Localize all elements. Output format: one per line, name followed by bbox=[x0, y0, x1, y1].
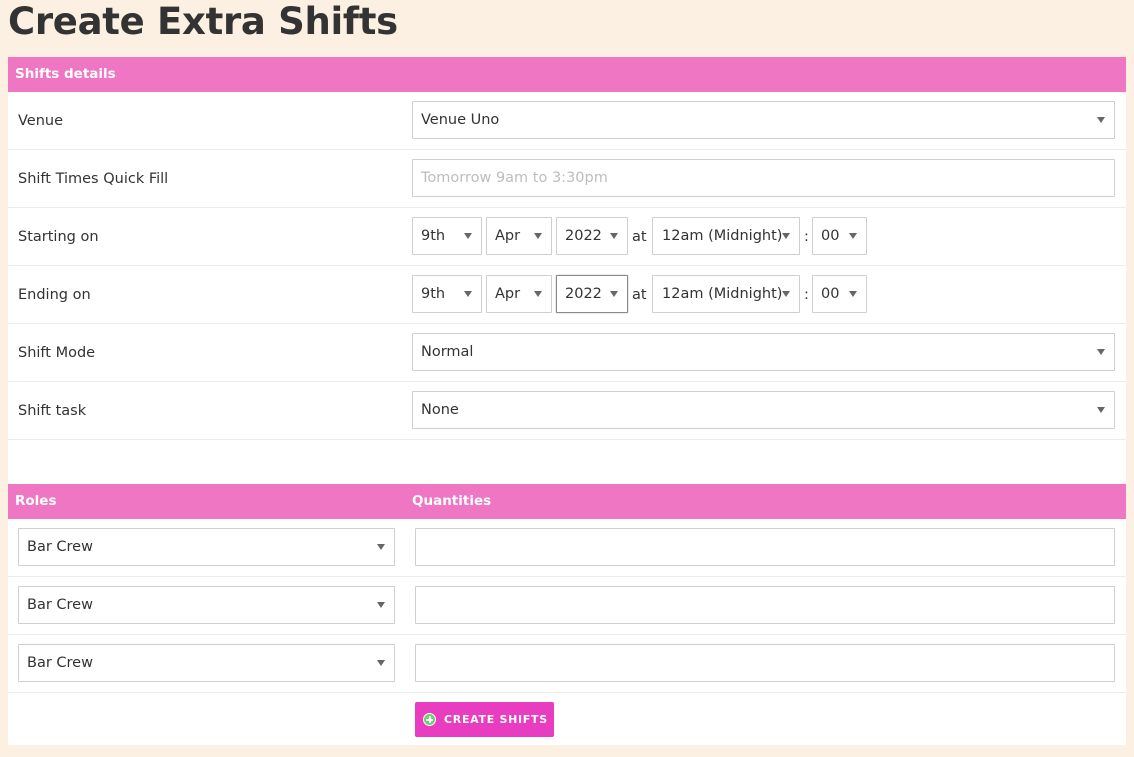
roles-header: Roles Quantities bbox=[8, 484, 1126, 519]
chevron-down-icon bbox=[610, 233, 618, 239]
chevron-down-icon bbox=[1097, 349, 1105, 355]
role-select-value: Bar Crew bbox=[27, 539, 93, 555]
chevron-down-icon bbox=[782, 291, 790, 297]
start-hour-select[interactable]: 12am (Midnight) bbox=[652, 217, 800, 255]
shift-mode-select[interactable]: Normal bbox=[412, 333, 1115, 371]
role-select[interactable]: Bar Crew bbox=[18, 528, 395, 566]
role-row: Bar Crew bbox=[8, 577, 1126, 635]
venue-label: Venue bbox=[18, 113, 64, 129]
quantities-column-header: Quantities bbox=[412, 493, 492, 509]
shift-task-label: Shift task bbox=[18, 403, 87, 419]
ending-on-row: Ending on 9th Apr 2022 at 12am (Midnight… bbox=[8, 266, 1126, 324]
starting-on-label: Starting on bbox=[18, 229, 99, 245]
role-row: Bar Crew bbox=[8, 635, 1126, 693]
chevron-down-icon bbox=[610, 291, 618, 297]
plus-circle-icon bbox=[423, 713, 436, 726]
shift-task-value: None bbox=[421, 402, 459, 418]
create-shifts-label: CREATE SHIFTS bbox=[444, 713, 548, 726]
role-select[interactable]: Bar Crew bbox=[18, 586, 395, 624]
end-day-value: 9th bbox=[421, 286, 446, 302]
venue-select-value: Venue Uno bbox=[421, 112, 500, 128]
start-year-value: 2022 bbox=[565, 228, 602, 244]
start-year-select[interactable]: 2022 bbox=[556, 217, 628, 255]
quick-fill-placeholder: Tomorrow 9am to 3:30pm bbox=[421, 170, 608, 186]
end-minute-select[interactable]: 00 bbox=[812, 275, 867, 313]
venue-select[interactable]: Venue Uno bbox=[412, 101, 1115, 139]
chevron-down-icon bbox=[534, 291, 542, 297]
start-month-select[interactable]: Apr bbox=[486, 217, 552, 255]
quick-fill-row: Shift Times Quick Fill Tomorrow 9am to 3… bbox=[8, 150, 1126, 208]
end-colon-text: : bbox=[804, 287, 809, 303]
shift-task-select[interactable]: None bbox=[412, 391, 1115, 429]
shift-mode-row: Shift Mode Normal bbox=[8, 324, 1126, 382]
chevron-down-icon bbox=[1097, 117, 1105, 123]
chevron-down-icon bbox=[1097, 407, 1105, 413]
quantity-input[interactable] bbox=[415, 644, 1115, 682]
create-shifts-button[interactable]: CREATE SHIFTS bbox=[415, 702, 554, 737]
end-hour-value: 12am (Midnight) bbox=[662, 286, 783, 302]
start-hour-value: 12am (Midnight) bbox=[662, 228, 783, 244]
chevron-down-icon bbox=[464, 291, 472, 297]
end-day-select[interactable]: 9th bbox=[412, 275, 482, 313]
shift-mode-value: Normal bbox=[421, 344, 474, 360]
chevron-down-icon bbox=[377, 544, 385, 550]
chevron-down-icon bbox=[377, 602, 385, 608]
start-minute-value: 00 bbox=[821, 228, 840, 244]
chevron-down-icon bbox=[534, 233, 542, 239]
quantity-input[interactable] bbox=[415, 528, 1115, 566]
ending-on-label: Ending on bbox=[18, 287, 91, 303]
start-at-text: at bbox=[632, 229, 647, 245]
shift-task-row: Shift task None bbox=[8, 382, 1126, 440]
chevron-down-icon bbox=[782, 233, 790, 239]
quick-fill-input[interactable]: Tomorrow 9am to 3:30pm bbox=[412, 159, 1115, 197]
role-select-value: Bar Crew bbox=[27, 655, 93, 671]
end-month-select[interactable]: Apr bbox=[486, 275, 552, 313]
start-day-select[interactable]: 9th bbox=[412, 217, 482, 255]
start-day-value: 9th bbox=[421, 228, 446, 244]
shift-details-title: Shifts details bbox=[15, 66, 116, 82]
end-year-select[interactable]: 2022 bbox=[556, 275, 628, 313]
shift-mode-label: Shift Mode bbox=[18, 345, 96, 361]
start-month-value: Apr bbox=[495, 228, 521, 244]
chevron-down-icon bbox=[849, 233, 857, 239]
end-year-value: 2022 bbox=[565, 286, 602, 302]
chevron-down-icon bbox=[464, 233, 472, 239]
start-minute-select[interactable]: 00 bbox=[812, 217, 867, 255]
role-select-value: Bar Crew bbox=[27, 597, 93, 613]
start-colon-text: : bbox=[804, 229, 809, 245]
page-title: Create Extra Shifts bbox=[8, 0, 398, 43]
venue-row: Venue Venue Uno bbox=[8, 92, 1126, 150]
end-hour-select[interactable]: 12am (Midnight) bbox=[652, 275, 800, 313]
quantity-input[interactable] bbox=[415, 586, 1115, 624]
starting-on-row: Starting on 9th Apr 2022 at 12am (Midnig… bbox=[8, 208, 1126, 266]
shift-form-panel: Shifts details Venue Venue Uno Shift Tim… bbox=[8, 57, 1126, 745]
shift-details-header: Shifts details bbox=[8, 57, 1126, 92]
roles-column-header: Roles bbox=[15, 493, 57, 509]
end-minute-value: 00 bbox=[821, 286, 840, 302]
chevron-down-icon bbox=[849, 291, 857, 297]
role-row: Bar Crew bbox=[8, 519, 1126, 577]
role-select[interactable]: Bar Crew bbox=[18, 644, 395, 682]
chevron-down-icon bbox=[377, 660, 385, 666]
end-at-text: at bbox=[632, 287, 647, 303]
end-month-value: Apr bbox=[495, 286, 521, 302]
quick-fill-label: Shift Times Quick Fill bbox=[18, 171, 169, 187]
